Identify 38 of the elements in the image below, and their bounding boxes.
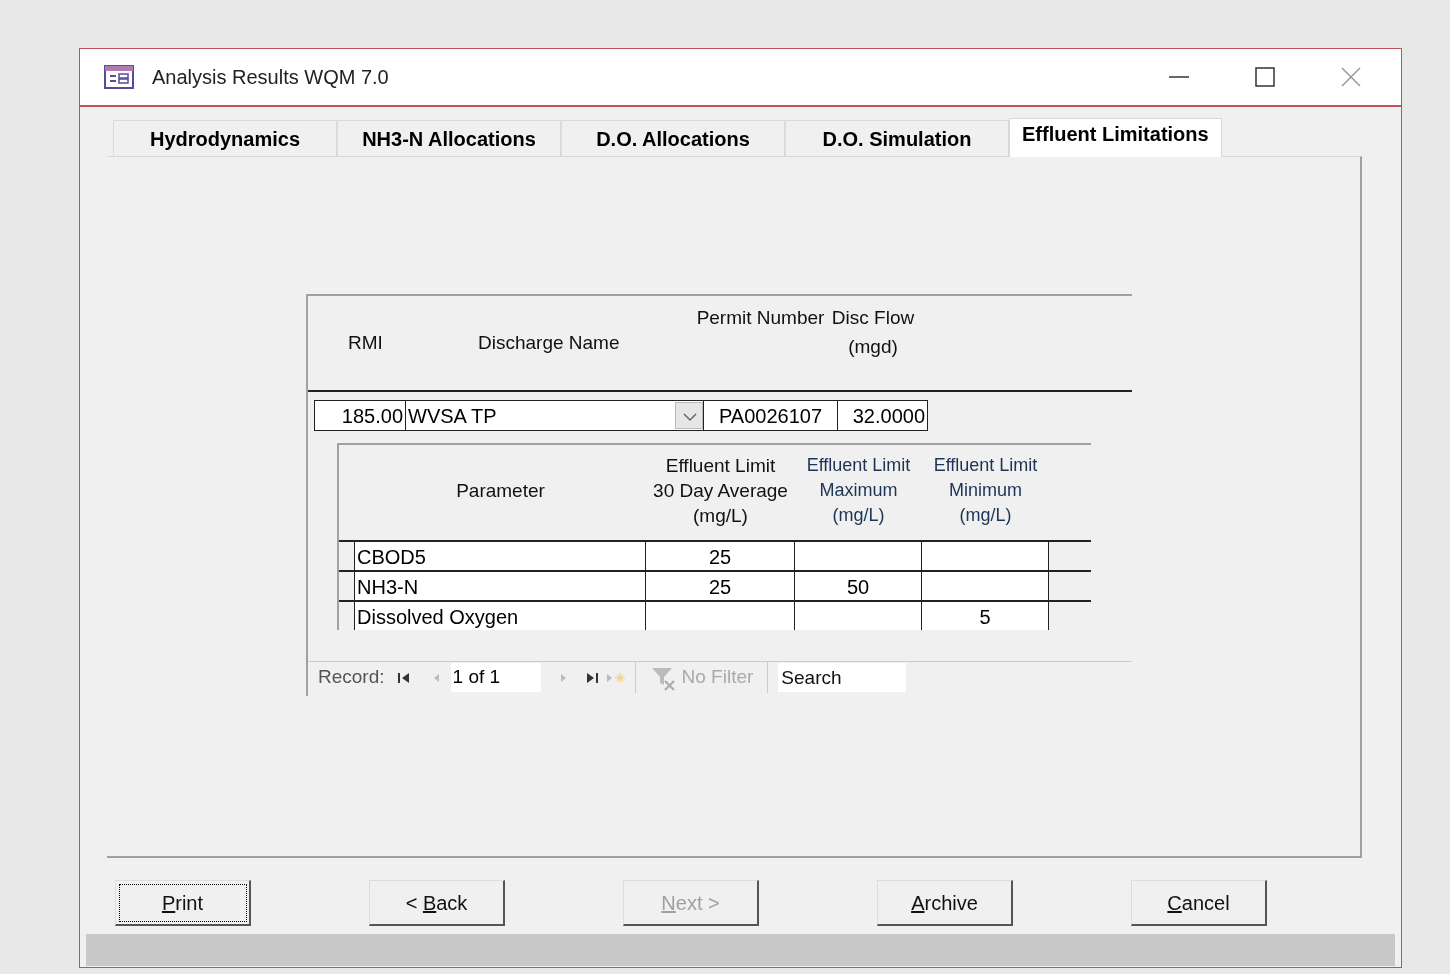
disc-flow-field[interactable]: 32.0000 <box>838 400 928 431</box>
table-cell: 5 <box>922 602 1049 630</box>
rmi-field[interactable]: 185.00 <box>314 400 406 431</box>
close-icon[interactable] <box>1341 67 1361 87</box>
window-title: Analysis Results WQM 7.0 <box>152 65 389 90</box>
record-position-field[interactable]: 1 of 1 <box>450 663 541 692</box>
column-header: Effluent Limit 30 Day Average (mg/L) <box>652 454 789 528</box>
filter-status: No Filter <box>681 665 754 690</box>
table-cell: Dissolved Oxygen <box>355 602 646 630</box>
table-cell: 25 <box>646 572 795 600</box>
tab[interactable]: D.O. Allocations <box>561 120 785 156</box>
table-cell: 50 <box>795 572 922 600</box>
form-icon <box>104 65 134 89</box>
table-cell: NH3-N <box>355 572 646 600</box>
dialog-button[interactable]: < Back <box>369 880 505 926</box>
last-record-icon[interactable] <box>584 670 599 685</box>
column-header: Effluent Limit Maximum (mg/L) <box>805 454 912 527</box>
tab[interactable]: Hydrodynamics <box>113 120 337 156</box>
dialog-button[interactable]: Archive <box>877 880 1013 926</box>
column-header: Effluent Limit Minimum (mg/L) <box>932 454 1039 527</box>
column-header: Discharge Name <box>477 331 621 355</box>
table-cell: 25 <box>646 542 795 570</box>
permit-number-field[interactable]: PA0026107 <box>704 400 838 431</box>
maximize-icon[interactable] <box>1255 67 1275 87</box>
record-label: Record: <box>318 665 385 690</box>
first-record-icon[interactable] <box>396 670 411 685</box>
discharge-name-dropdown[interactable]: WVSA TP <box>406 400 704 431</box>
tab[interactable]: D.O. Simulation <box>785 120 1009 156</box>
column-header: Disc Flow (mgd) <box>830 306 916 359</box>
column-header: Permit Number <box>695 306 826 330</box>
tab[interactable]: Effluent Limitations <box>1009 118 1222 157</box>
dialog-button[interactable]: Cancel <box>1131 880 1267 926</box>
search-field[interactable]: Search <box>778 663 907 692</box>
tab[interactable]: NH3-N Allocations <box>337 120 561 156</box>
table-cell: CBOD5 <box>355 542 646 570</box>
column-header: Parameter <box>455 479 546 503</box>
dialog-button[interactable]: Print <box>115 880 251 926</box>
column-header: RMI <box>347 331 384 355</box>
